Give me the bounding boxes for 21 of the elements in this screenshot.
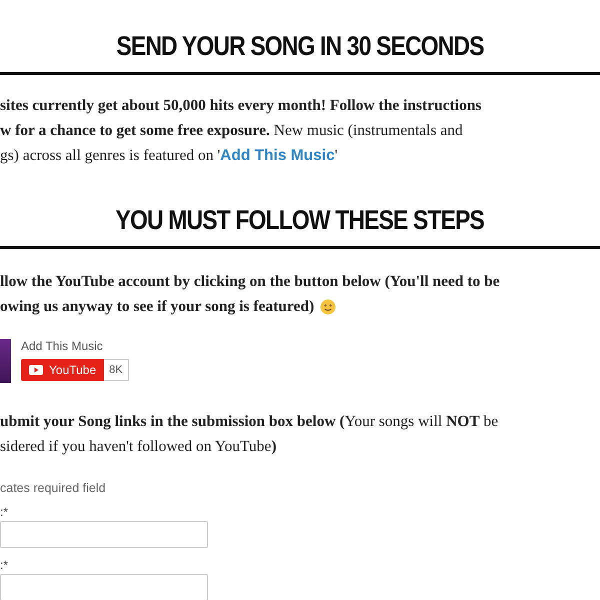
section-heading: SEND YOUR SONG IN 30 SECONDS <box>116 30 484 63</box>
subscriber-count: 8K <box>104 359 129 381</box>
input-field[interactable] <box>0 521 208 548</box>
step-text: ubmit your Song links in the submission box below (Your songs will NOT be <box>0 412 500 432</box>
section-heading: YOU MUST FOLLOW THESE STEPS <box>116 204 484 237</box>
input-field[interactable] <box>0 574 208 600</box>
play-icon <box>29 365 43 375</box>
intro-text: w for a chance to get some free exposure. New music (instrumentals and <box>0 121 464 141</box>
field-label: :* <box>0 505 10 519</box>
intro-text: gs) across all genres is featured on 'Add This Music' <box>0 146 338 166</box>
channel-name: Add This Music <box>21 339 104 353</box>
step-text: owing us anyway to see if your song is featured) <box>0 297 314 317</box>
channel-avatar <box>0 339 11 383</box>
field-label: :* <box>0 558 10 572</box>
required-note: cates required field <box>0 481 107 495</box>
intro-text: sites currently get about 50,000 hits every month! Follow the instructions <box>0 96 482 116</box>
youtube-subscribe-button[interactable]: YouTube <box>21 359 104 381</box>
smiley-icon <box>320 298 336 314</box>
step-text: sidered if you haven't followed on YouTube) <box>0 437 278 457</box>
step-text: llow the YouTube account by clicking on the button below (You'll need to be <box>0 272 501 292</box>
add-this-music-link[interactable]: Add This Music <box>220 147 335 164</box>
